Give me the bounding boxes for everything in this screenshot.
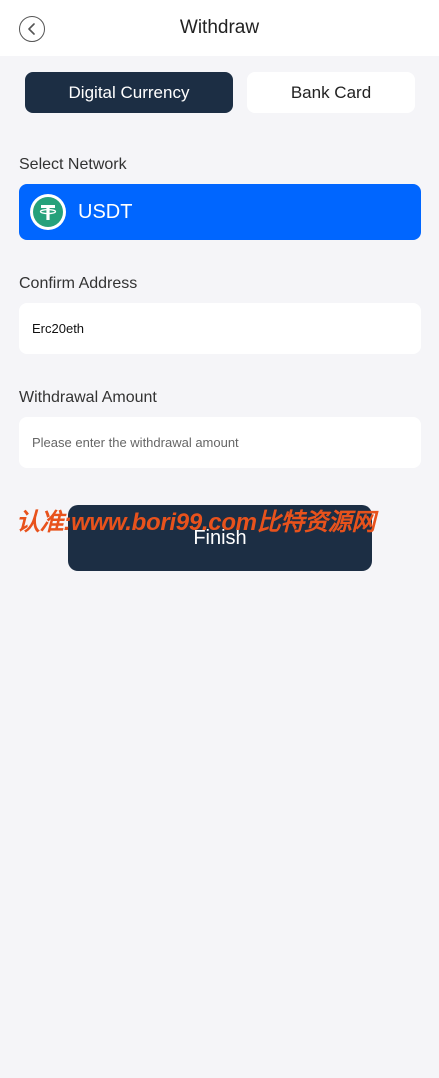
header: Withdraw — [0, 0, 439, 56]
confirm-address-label: Confirm Address — [19, 275, 138, 292]
amount-field[interactable] — [19, 417, 421, 468]
tab-bank-card[interactable]: Bank Card — [247, 72, 415, 113]
address-field-wrapper — [19, 303, 421, 354]
page-title: Withdraw — [179, 17, 260, 38]
select-network-label: Select Network — [19, 156, 127, 173]
tether-icon — [30, 194, 66, 230]
finish-button[interactable]: Finish — [68, 505, 372, 571]
withdrawal-amount-label: Withdrawal Amount — [19, 389, 157, 406]
tab-digital-currency[interactable]: Digital Currency — [25, 72, 233, 113]
amount-field-wrapper — [19, 417, 421, 468]
network-selector[interactable]: USDT — [19, 184, 421, 240]
network-name: USDT — [78, 200, 133, 223]
address-field[interactable] — [19, 303, 421, 354]
